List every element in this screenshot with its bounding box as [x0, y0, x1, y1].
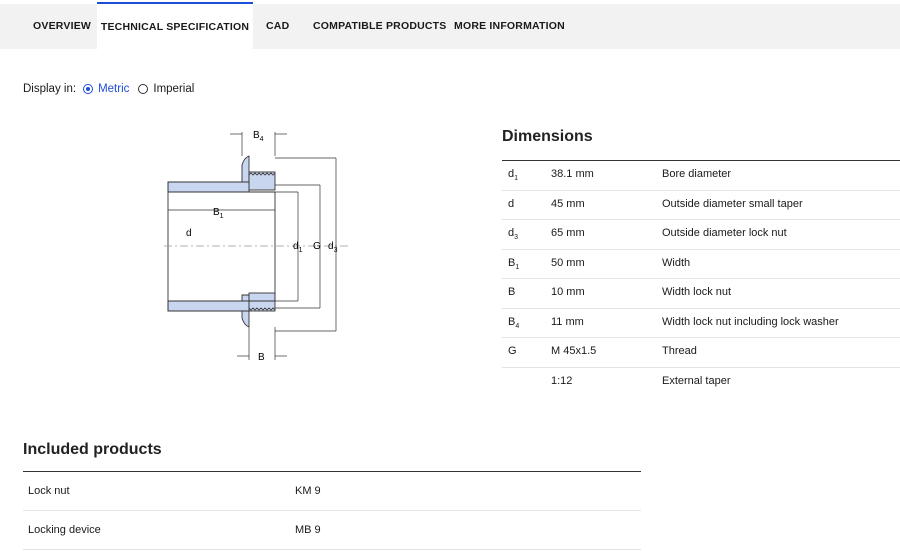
tab-more-information[interactable]: MORE INFORMATION: [454, 4, 565, 49]
label-b1: B1: [213, 207, 224, 220]
included-products-table: Lock nut KM 9 Locking device MB 9: [23, 471, 641, 550]
dim-description: External taper: [662, 374, 731, 387]
label-b4: B4: [253, 130, 264, 143]
dim-value: 1:12: [551, 374, 573, 387]
tab-compatible-products[interactable]: COMPATIBLE PRODUCTS: [313, 4, 447, 49]
table-row: 1:12 External taper: [502, 368, 900, 397]
product-code: KM 9: [295, 485, 321, 497]
dim-value: 38.1 mm: [551, 168, 594, 180]
dim-description: Bore diameter: [662, 168, 732, 180]
tab-overview[interactable]: OVERVIEW: [33, 4, 91, 49]
table-row: d 45 mm Outside diameter small taper: [502, 191, 900, 220]
lower-sleeve-taper: [167, 300, 250, 312]
dim-description: Width lock nut including lock washer: [662, 315, 839, 328]
dim-value: M 45x1.5: [551, 345, 597, 357]
table-row: Locking device MB 9: [23, 511, 641, 550]
dim-description: Outside diameter small taper: [662, 197, 803, 210]
dim-description: Width: [662, 256, 691, 269]
label-d: d: [186, 228, 192, 239]
label-g: G: [313, 241, 321, 252]
dim-symbol: B1: [508, 256, 520, 271]
dim-symbol: d1: [508, 168, 519, 183]
tab-technical-specification[interactable]: TECHNICAL SPECIFICATION: [97, 2, 253, 51]
dim-description: Width lock nut: [662, 286, 732, 298]
included-products-title: Included products: [23, 441, 162, 458]
imperial-label[interactable]: Imperial: [153, 83, 194, 95]
table-row: Lock nut KM 9: [23, 472, 641, 511]
dimensions-table: d1 38.1 mm Bore diameter d 45 mm Outside dia…: [502, 160, 900, 396]
dim-description: Outside diameter lock nut: [662, 227, 787, 239]
adapter-sleeve-drawing: B4 B1 d d1 G d3 B: [164, 130, 350, 363]
dim-symbol: d3: [508, 227, 519, 242]
imperial-option[interactable]: Imperial: [138, 83, 194, 95]
metric-option[interactable]: Metric: [83, 83, 138, 95]
display-label: Display in:: [23, 83, 77, 95]
dimensions-title: Dimensions: [502, 128, 593, 145]
dim-symbol: B: [508, 286, 516, 298]
table-row: d1 38.1 mm Bore diameter: [502, 161, 900, 191]
imperial-radio[interactable]: [138, 84, 149, 94]
tab-bar: OVERVIEW TECHNICAL SPECIFICATION CAD COM…: [0, 2, 900, 51]
table-row: B 10 mm Width lock nut: [502, 279, 900, 309]
upper-sleeve-taper: [167, 181, 250, 193]
product-name: Locking device: [28, 524, 101, 536]
product-code: MB 9: [295, 524, 321, 536]
dim-value: 11 mm: [551, 315, 584, 328]
table-row: B1 50 mm Width: [502, 250, 900, 279]
dim-value: 65 mm: [551, 227, 585, 239]
dim-value: 50 mm: [551, 256, 585, 269]
dim-symbol: B4: [508, 315, 520, 330]
dim-description: Thread: [662, 345, 697, 357]
table-row: B4 11 mm Width lock nut including lock was…: [502, 309, 900, 338]
table-row: d3 65 mm Outside diameter lock nut: [502, 220, 900, 250]
tab-cad[interactable]: CAD: [266, 4, 289, 49]
table-row: G M 45x1.5 Thread: [502, 338, 900, 368]
dim-value: 45 mm: [551, 197, 585, 210]
dim-symbol: d: [508, 197, 515, 210]
dim-value: 10 mm: [551, 286, 585, 298]
label-d1: d1: [293, 241, 303, 254]
dim-symbol: G: [508, 345, 517, 357]
metric-radio[interactable]: [83, 84, 94, 94]
unit-selector: Display in: Metric Imperial: [23, 80, 194, 98]
metric-label[interactable]: Metric: [98, 83, 129, 95]
product-name: Lock nut: [28, 485, 70, 497]
label-b: B: [258, 352, 265, 363]
